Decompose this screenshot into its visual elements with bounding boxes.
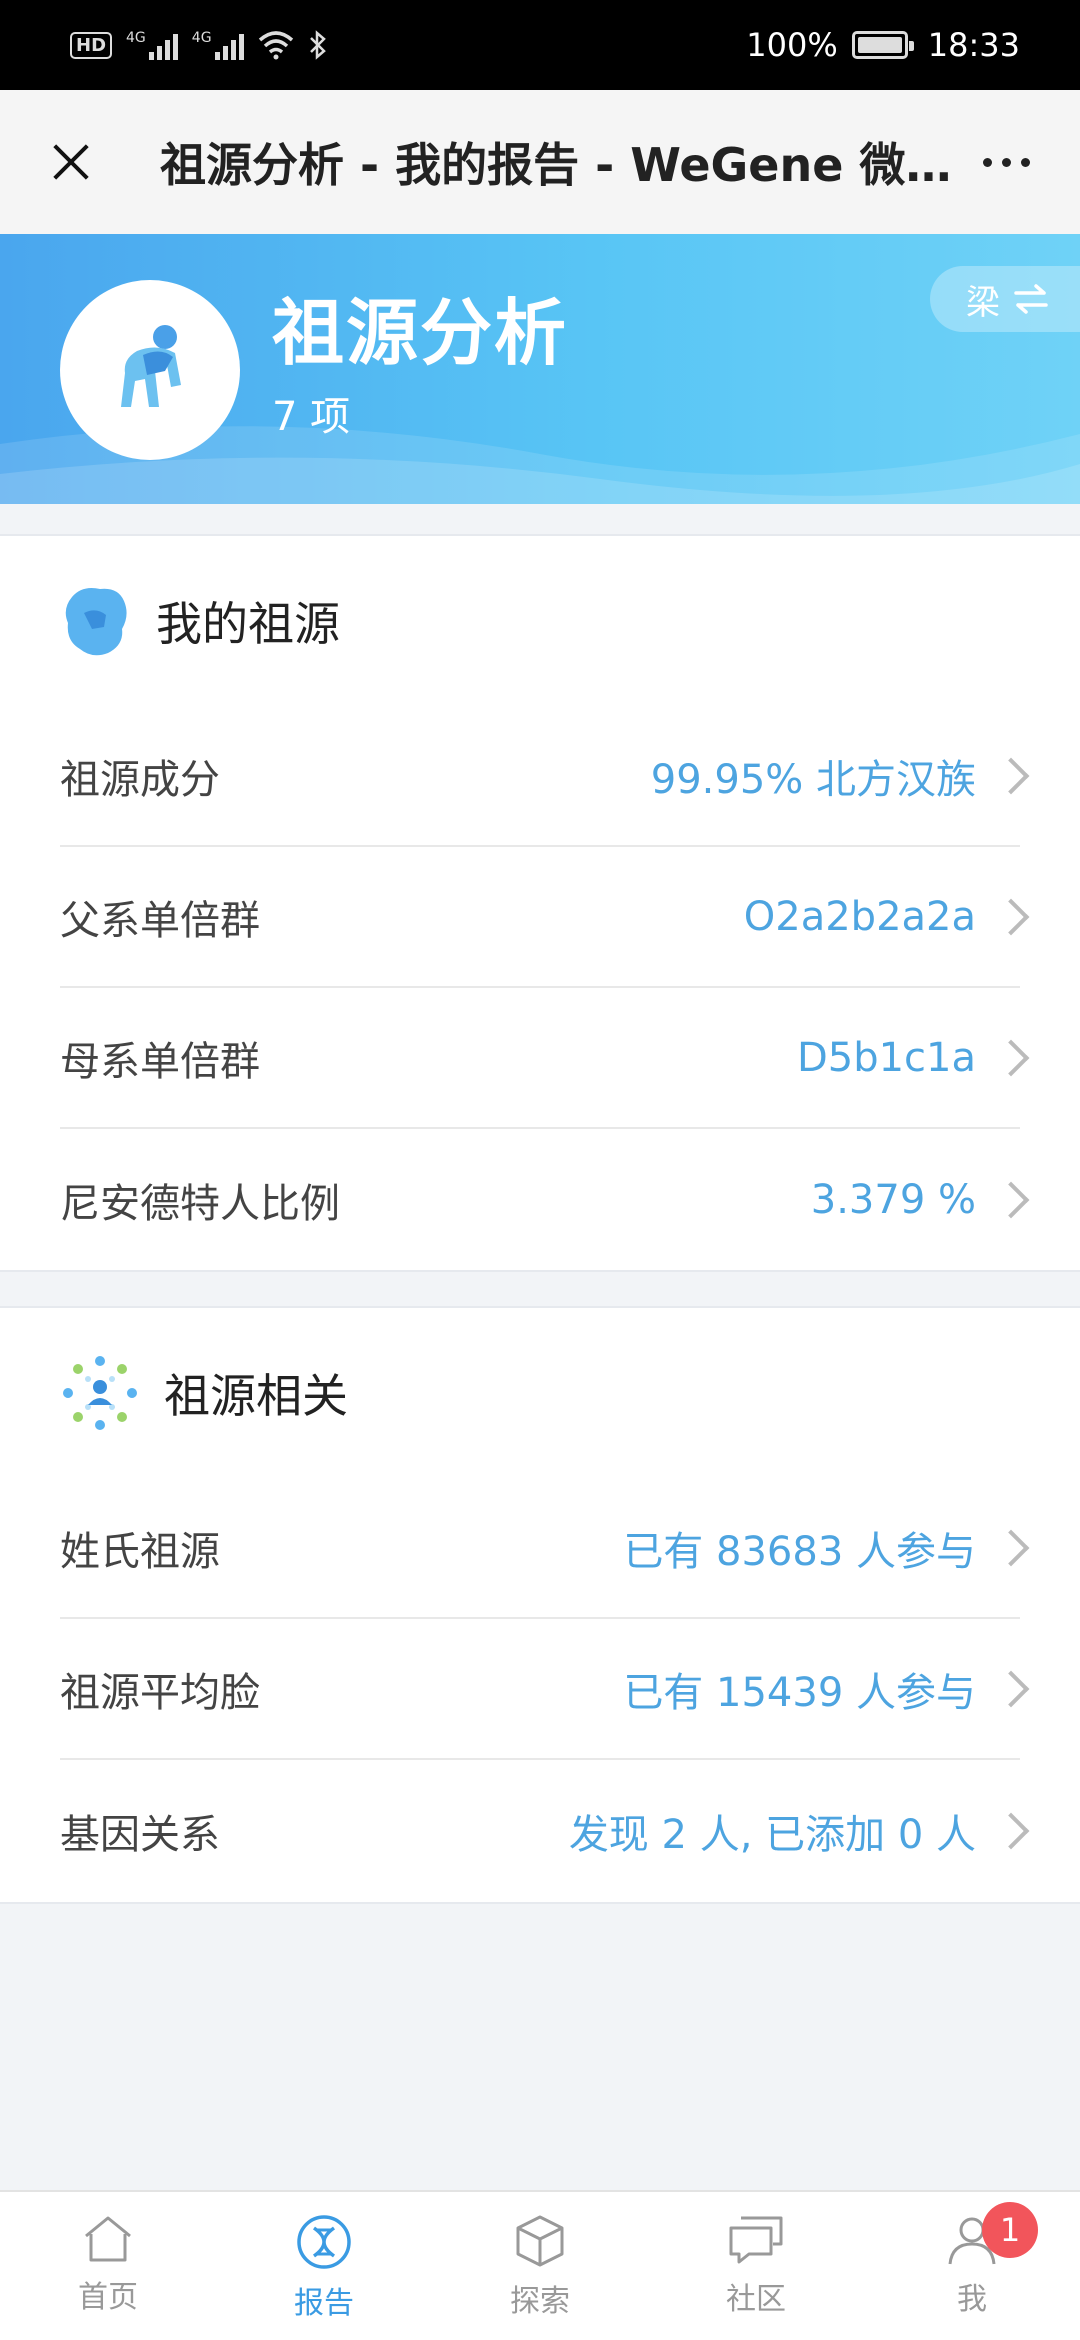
home-icon xyxy=(85,2216,131,2262)
chevron-right-icon xyxy=(992,757,1030,794)
wifi-icon xyxy=(258,31,293,60)
list-item-maternal-haplogroup[interactable]: 母系单倍群 D5b1c1a xyxy=(60,988,1030,1129)
list-item-ancestry-composition[interactable]: 祖源成分 99.95% 北方汉族 xyxy=(60,706,1030,847)
nav-item-report[interactable]: 报告 xyxy=(216,2192,432,2340)
banner-item-count: 7 项 xyxy=(272,394,351,440)
ancestry-map-icon xyxy=(65,588,127,656)
status-bar: HD 4G 4G 100% 18:33 xyxy=(0,0,1080,90)
people-network-icon xyxy=(63,1356,137,1430)
page-title: 祖源分析 - 我的报告 - WeGene 微基因 xyxy=(160,138,960,192)
nav-item-home[interactable]: 首页 xyxy=(0,2192,216,2340)
switch-profile-button[interactable]: 梁 xyxy=(930,266,1080,332)
card-title: 祖源相关 xyxy=(164,1369,348,1423)
list-item-paternal-haplogroup[interactable]: 父系单倍群 O2a2b2a2a xyxy=(60,847,1030,988)
chevron-right-icon xyxy=(992,1039,1030,1076)
card-title: 我的祖源 xyxy=(156,597,340,651)
signal-icon-2: 4G xyxy=(192,30,244,60)
chevron-right-icon xyxy=(992,1529,1030,1566)
ape-icon xyxy=(121,325,181,407)
bottom-nav: 首页 报告 探索 社区 我 1 xyxy=(0,2190,1080,2340)
profile-name: 梁 xyxy=(966,282,1000,323)
ancestry-avatar xyxy=(60,280,240,460)
banner-title: 祖源分析 xyxy=(272,291,569,375)
chat-icon xyxy=(729,2216,783,2264)
signal-icon-1: 4G xyxy=(126,30,178,60)
dna-icon xyxy=(297,2215,351,2269)
nav-item-community[interactable]: 社区 xyxy=(648,2192,864,2340)
list-item-average-face[interactable]: 祖源平均脸 已有 15439 人参与 xyxy=(60,1619,1030,1760)
battery-icon xyxy=(851,31,914,59)
battery-percent: 100% xyxy=(746,26,838,64)
notification-badge: 1 xyxy=(982,2202,1038,2258)
ancestry-banner: 祖源分析 7 项 梁 xyxy=(0,234,1080,504)
ancestry-related-card: 祖源相关 姓氏祖源 已有 83683 人参与 祖源平均脸 已有 15439 人参… xyxy=(0,1306,1080,1904)
cube-icon xyxy=(516,2215,564,2267)
hd-icon: HD xyxy=(70,31,113,59)
card-header: 我的祖源 xyxy=(0,536,1080,706)
list-item-neanderthal-ratio[interactable]: 尼安德特人比例 3.379 % xyxy=(60,1129,1030,1270)
chevron-right-icon xyxy=(992,1181,1030,1218)
chevron-right-icon xyxy=(992,1812,1030,1849)
title-bar: 祖源分析 - 我的报告 - WeGene 微基因 xyxy=(0,90,1080,234)
bluetooth-icon xyxy=(309,30,326,60)
chevron-right-icon xyxy=(992,1670,1030,1707)
status-bar-right: 100% 18:33 xyxy=(746,26,1020,64)
nav-item-me[interactable]: 我 1 xyxy=(864,2192,1080,2340)
list-item-surname-origin[interactable]: 姓氏祖源 已有 83683 人参与 xyxy=(60,1478,1030,1619)
chevron-right-icon xyxy=(992,898,1030,935)
card-header: 祖源相关 xyxy=(0,1308,1080,1478)
list-item-genetic-relatives[interactable]: 基因关系 发现 2 人, 已添加 0 人 xyxy=(60,1760,1030,1901)
close-icon[interactable] xyxy=(40,132,100,192)
clock: 18:33 xyxy=(927,26,1020,64)
my-ancestry-card: 我的祖源 祖源成分 99.95% 北方汉族 父系单倍群 O2a2b2a2a 母系… xyxy=(0,534,1080,1272)
nav-item-explore[interactable]: 探索 xyxy=(432,2192,648,2340)
swap-arrows-icon xyxy=(1014,284,1048,314)
more-options-icon[interactable] xyxy=(973,148,1040,177)
status-bar-left: HD 4G 4G xyxy=(70,30,328,60)
